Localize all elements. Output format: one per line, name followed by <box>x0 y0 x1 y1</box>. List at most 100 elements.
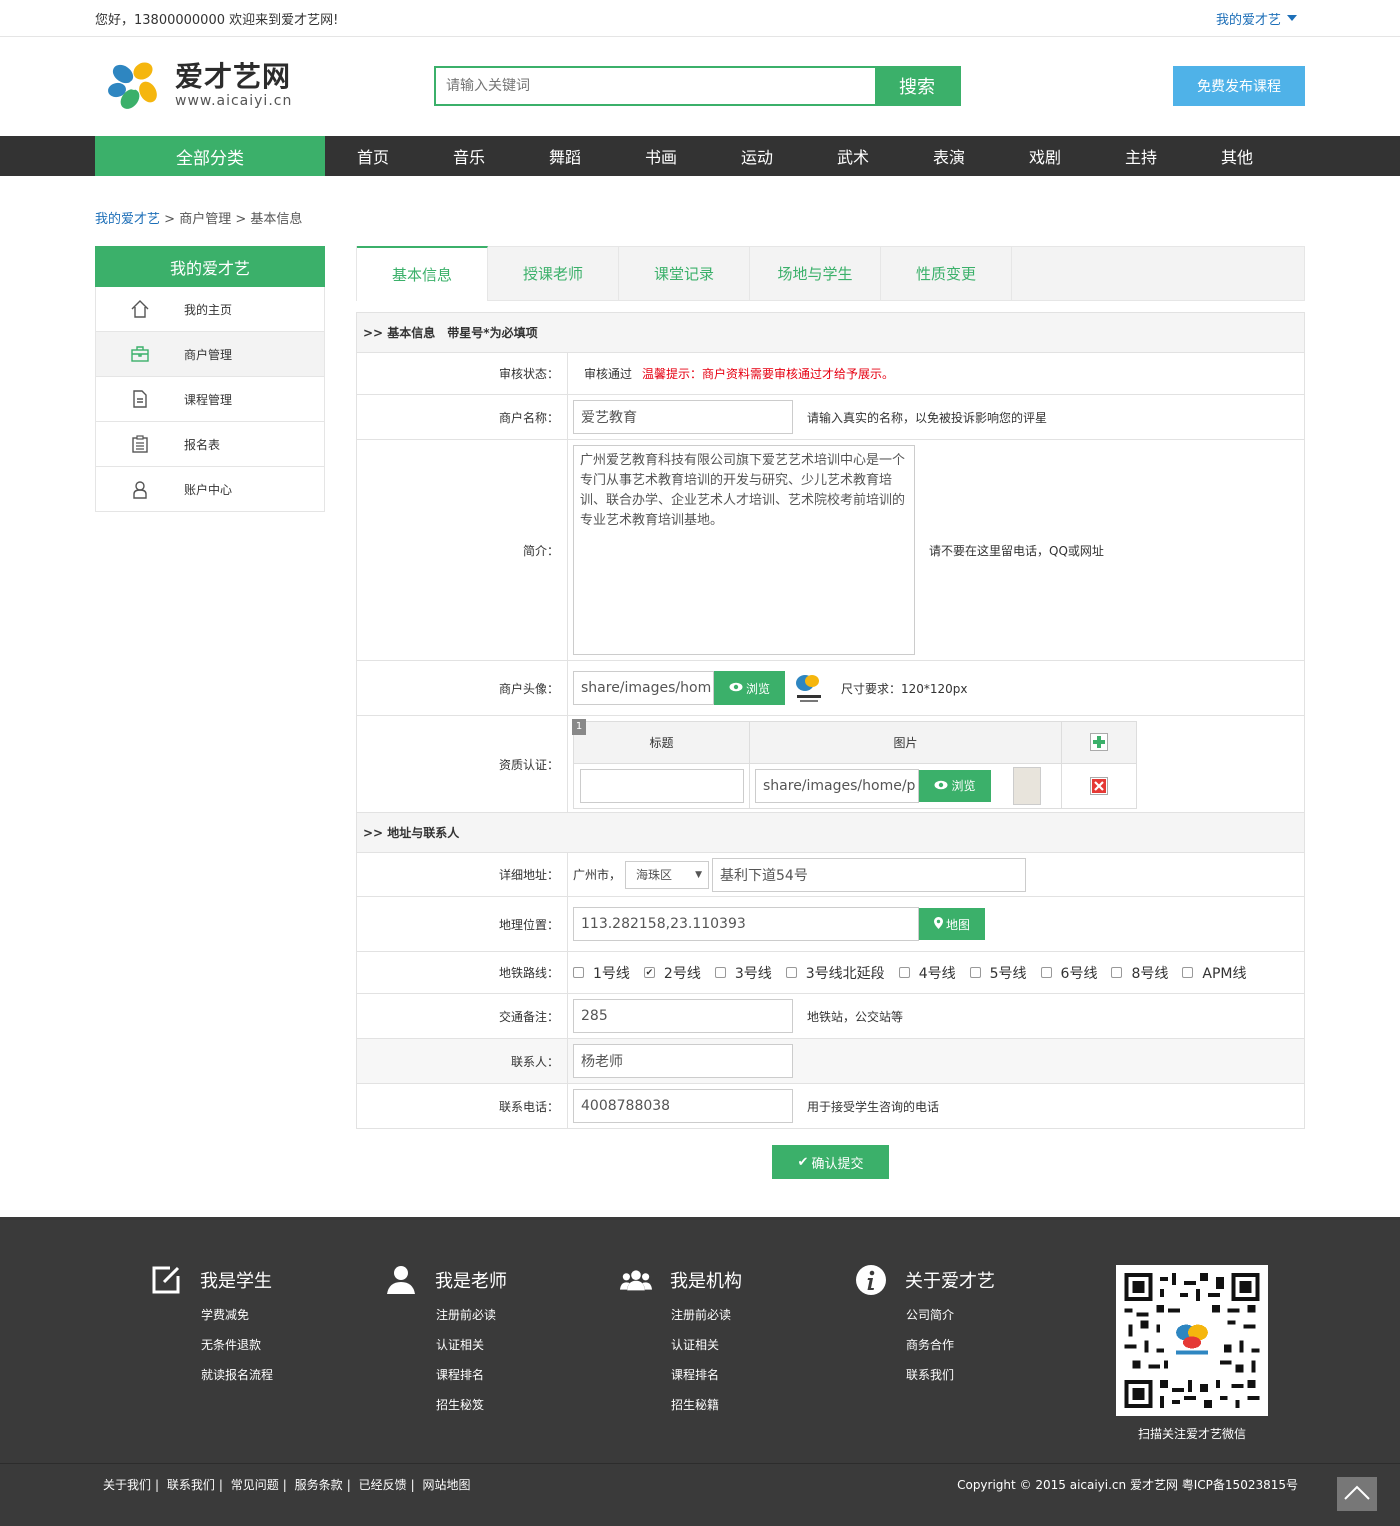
sidebar-item-label: 我的主页 <box>184 302 233 317</box>
sidebar-item-home[interactable]: 我的主页 <box>95 287 325 332</box>
metro-line-label: 3号线 <box>734 965 772 982</box>
footer-link[interactable]: 公司简介 <box>906 1300 1090 1330</box>
tab-basic-info[interactable]: 基本信息 <box>357 246 488 301</box>
footer-link[interactable]: 课程排名 <box>671 1360 855 1390</box>
footer-link[interactable]: 联系我们 <box>906 1360 1090 1390</box>
tab-teachers[interactable]: 授课老师 <box>488 247 619 300</box>
footer-link[interactable]: 招生秘笈 <box>436 1390 620 1420</box>
contact-input[interactable]: 杨老师 <box>573 1044 793 1078</box>
sidebar-item-account[interactable]: 账户中心 <box>95 467 325 512</box>
footer-link[interactable]: 认证相关 <box>671 1330 855 1360</box>
tab-venue-students[interactable]: 场地与学生 <box>750 247 881 300</box>
row-phone: 联系电话： 4008788038 用于接受学生咨询的电话 <box>357 1084 1304 1128</box>
row-name: 商户名称： 爱艺教育 请输入真实的名称，以免被投诉影响您的评星 <box>357 395 1304 440</box>
metro-checkbox-2[interactable]: ✔ 2号线 <box>639 963 701 983</box>
footer-bottom-link[interactable]: 已经反馈 <box>359 1478 407 1492</box>
nav-item-martial[interactable]: 武术 <box>805 136 901 176</box>
search-bar: 搜索 <box>434 66 961 106</box>
add-row-icon[interactable] <box>1090 733 1108 751</box>
footer-link[interactable]: 课程排名 <box>436 1360 620 1390</box>
sidebar-item-merchant[interactable]: 商户管理 <box>95 332 325 377</box>
map-button[interactable]: 地图 <box>919 908 985 940</box>
checkbox[interactable] <box>785 967 797 978</box>
qual-title-input[interactable] <box>579 768 744 803</box>
metro-checkbox-5[interactable]: 5号线 <box>965 963 1027 983</box>
checkbox[interactable] <box>714 967 726 978</box>
phone-input[interactable]: 4008788038 <box>573 1089 793 1123</box>
footer-link[interactable]: 学费减免 <box>201 1300 385 1330</box>
browse-label: 浏览 <box>951 779 976 793</box>
avatar-path-input[interactable]: share/images/hom <box>573 671 714 705</box>
qualification-count-badge: 1 <box>572 718 586 735</box>
sidebar-item-courses[interactable]: 课程管理 <box>95 377 325 422</box>
merchant-name-input[interactable]: 爱艺教育 <box>573 400 793 434</box>
checkbox[interactable] <box>969 967 981 978</box>
traffic-input[interactable]: 285 <box>573 999 793 1033</box>
tab-class-records[interactable]: 课堂记录 <box>619 247 750 300</box>
checkbox[interactable] <box>898 967 910 978</box>
checkbox[interactable] <box>1111 967 1123 978</box>
avatar-browse-button[interactable]: 浏览 <box>714 671 785 705</box>
nav-item-painting[interactable]: 书画 <box>613 136 709 176</box>
publish-course-button[interactable]: 免费发布课程 <box>1173 66 1305 106</box>
copyright-text: Copyright © 2015 aicaiyi.cn 爱才艺网 粤ICP备15… <box>957 1478 1298 1492</box>
metro-checkbox-3[interactable]: 3号线 <box>710 963 772 983</box>
nav-item-performance[interactable]: 表演 <box>901 136 997 176</box>
footer-col-title: 我是机构 <box>670 1271 742 1292</box>
nav-item-host[interactable]: 主持 <box>1093 136 1189 176</box>
street-input[interactable]: 基利下道54号 <box>712 857 1027 892</box>
footer-bottom-link[interactable]: 关于我们 <box>103 1478 151 1492</box>
footer-link[interactable]: 商务合作 <box>906 1330 1090 1360</box>
row-metro: 地铁路线： 1号线 ✔ 2号线 3号线 3号线北延段 4号线 5号线 6号线 8号… <box>357 952 1304 994</box>
checkbox[interactable] <box>1182 967 1194 978</box>
intro-textarea[interactable]: 广州爱艺教育科技有限公司旗下爱艺艺术培训中心是一个专门从事艺术教育培训的开发与研… <box>573 445 915 655</box>
site-logo[interactable]: 爱才艺网 www.aicaiyi.cn <box>103 54 292 116</box>
metro-checkbox-8[interactable]: 8号线 <box>1106 963 1168 983</box>
footer-bottom-link[interactable]: 联系我们 <box>167 1478 215 1492</box>
row-qualification: 资质认证： 1 标题 图片 share/images/home/p 浏览 <box>357 716 1304 813</box>
nav-item-drama[interactable]: 戏剧 <box>997 136 1093 176</box>
footer-bottom-link[interactable]: 网站地图 <box>422 1478 470 1492</box>
metro-checkbox-1[interactable]: 1号线 <box>568 963 630 983</box>
submit-button[interactable]: ✔ 确认提交 <box>772 1145 889 1179</box>
footer-link[interactable]: 认证相关 <box>436 1330 620 1360</box>
checkbox-checked[interactable]: ✔ <box>643 967 655 978</box>
qual-image-path-input[interactable]: share/images/home/p <box>755 768 919 803</box>
checkbox[interactable] <box>1040 967 1052 978</box>
footer-link[interactable]: 就读报名流程 <box>201 1360 385 1390</box>
tab-nature-change[interactable]: 性质变更 <box>881 247 1012 300</box>
qual-browse-button[interactable]: 浏览 <box>919 769 991 802</box>
all-categories-button[interactable]: 全部分类 <box>95 136 325 176</box>
footer-link[interactable]: 招生秘籍 <box>671 1390 855 1420</box>
metro-checkbox-4[interactable]: 4号线 <box>894 963 956 983</box>
checkbox[interactable] <box>573 967 584 978</box>
my-account-dropdown[interactable]: 我的爱才艺 <box>1216 9 1297 28</box>
footer-link[interactable]: 注册前必读 <box>671 1300 855 1330</box>
footer-bottom-link[interactable]: 常见问题 <box>231 1478 279 1492</box>
breadcrumb: 我的爱才艺 > 商户管理 > 基本信息 <box>95 208 1305 227</box>
metro-line-label: 8号线 <box>1131 965 1169 982</box>
metro-checkbox-apm[interactable]: APM线 <box>1177 963 1246 983</box>
nav-item-sports[interactable]: 运动 <box>709 136 805 176</box>
breadcrumb-level2[interactable]: 商户管理 <box>179 212 231 227</box>
district-select[interactable]: 海珠区 ▼ <box>625 860 710 889</box>
nav-item-music[interactable]: 音乐 <box>421 136 517 176</box>
footer-bottom-link[interactable]: 服务条款 <box>295 1478 343 1492</box>
breadcrumb-home[interactable]: 我的爱才艺 <box>95 212 160 227</box>
nav-item-home[interactable]: 首页 <box>325 136 421 176</box>
footer-link[interactable]: 注册前必读 <box>436 1300 620 1330</box>
sidebar-item-signup[interactable]: 报名表 <box>95 422 325 467</box>
back-to-top-button[interactable] <box>1337 1477 1377 1511</box>
search-button[interactable]: 搜索 <box>875 68 959 104</box>
metro-checkbox-3-north[interactable]: 3号线北延段 <box>781 963 885 983</box>
nav-item-dance[interactable]: 舞蹈 <box>517 136 613 176</box>
delete-row-icon[interactable] <box>1090 776 1108 795</box>
qual-add-cell <box>1062 721 1136 764</box>
footer-link[interactable]: 无条件退款 <box>201 1330 385 1360</box>
nav-item-other[interactable]: 其他 <box>1189 136 1285 176</box>
metro-line-label: 3号线北延段 <box>805 965 885 982</box>
sidebar: 我的爱才艺 我的主页 商户管理 课程管理 报名表 账户中心 <box>95 246 325 1179</box>
geo-input[interactable]: 113.282158,23.110393 <box>573 907 919 941</box>
metro-checkbox-6[interactable]: 6号线 <box>1036 963 1097 983</box>
search-input[interactable] <box>436 68 875 104</box>
